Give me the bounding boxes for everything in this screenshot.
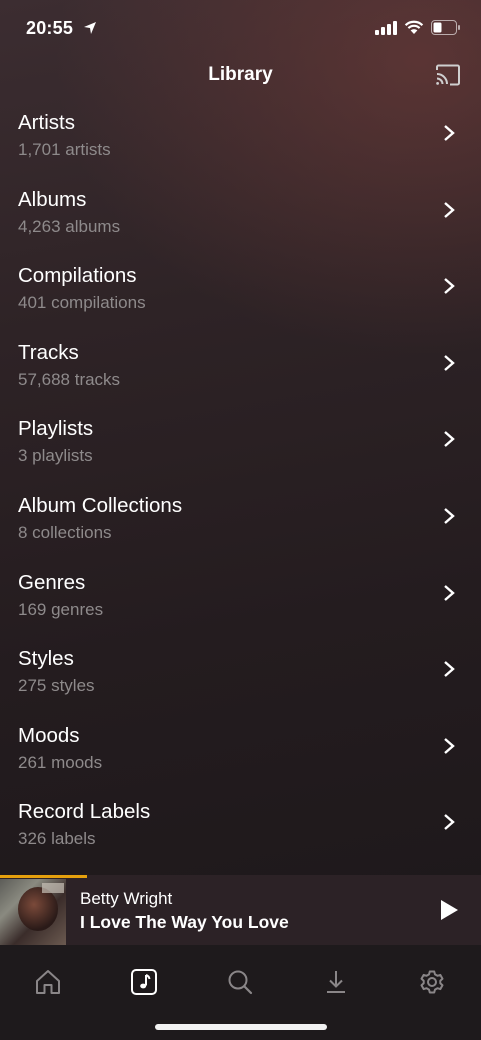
library-item-artists[interactable]: Artists 1,701 artists (0, 100, 481, 177)
playback-progress-bar[interactable] (0, 875, 87, 878)
item-count: 326 labels (18, 829, 96, 849)
cast-icon[interactable] (435, 64, 461, 86)
item-count: 401 compilations (18, 293, 146, 313)
chevron-right-icon (444, 431, 455, 448)
library-item-record-labels[interactable]: Record Labels 326 labels (0, 789, 481, 866)
item-count: 275 styles (18, 676, 95, 696)
download-icon[interactable] (321, 967, 351, 997)
item-count: 4,263 albums (18, 216, 121, 236)
item-title: Moods (18, 723, 80, 747)
library-item-genres[interactable]: Genres 169 genres (0, 560, 481, 637)
chevron-right-icon (444, 737, 455, 754)
item-title: Record Labels (18, 800, 151, 824)
location-arrow-icon (84, 22, 96, 34)
item-count: 57,688 tracks (18, 369, 121, 389)
item-title: Playlists (18, 417, 94, 441)
home-icon[interactable] (33, 967, 63, 997)
item-title: Album Collections (18, 493, 183, 517)
item-title: Compilations (18, 264, 137, 288)
status-time: 20:55 (26, 18, 74, 38)
item-count: 8 collections (18, 522, 112, 542)
chevron-right-icon (444, 661, 455, 678)
chevron-right-icon (444, 508, 455, 524)
library-item-albums[interactable]: Albums 4,263 albums (0, 177, 481, 254)
home-indicator (155, 1024, 327, 1030)
album-art-label (42, 883, 64, 893)
wifi-icon (404, 20, 424, 34)
music-library-icon[interactable] (129, 967, 159, 997)
mini-player[interactable]: Betty Wright I Love The Way You Love (0, 875, 481, 945)
settings-gear-icon[interactable] (417, 967, 447, 997)
search-icon[interactable] (225, 967, 255, 997)
library-item-album-collections[interactable]: Album Collections 8 collections (0, 483, 481, 560)
item-title: Artists (18, 111, 75, 134)
library-item-compilations[interactable]: Compilations 401 compilations (0, 253, 481, 330)
library-item-tracks[interactable]: Tracks 57,688 tracks (0, 330, 481, 407)
chevron-right-icon (444, 201, 455, 218)
item-title: Albums (18, 187, 87, 211)
album-art[interactable] (0, 879, 66, 945)
now-playing-artist: Betty Wright (80, 889, 173, 908)
album-art-portrait (18, 887, 58, 931)
nav-bar: Library (0, 58, 481, 94)
status-bar: 20:55 (0, 0, 481, 58)
item-title: Styles (18, 647, 74, 671)
chevron-right-icon (444, 584, 455, 601)
item-title: Genres (18, 570, 86, 594)
library-item-styles[interactable]: Styles 275 styles (0, 636, 481, 713)
library-item-playlists[interactable]: Playlists 3 playlists (0, 406, 481, 483)
library-item-moods[interactable]: Moods 261 moods (0, 713, 481, 790)
now-playing-track: I Love The Way You Love (80, 912, 289, 932)
item-count: 261 moods (18, 752, 103, 772)
library-list: Artists 1,701 artists Albums 4,263 album… (0, 100, 481, 866)
item-count: 3 playlists (18, 446, 93, 466)
chevron-right-icon (444, 814, 455, 831)
chevron-right-icon (444, 125, 455, 141)
item-count: 169 genres (18, 599, 104, 619)
battery-icon (431, 20, 460, 35)
play-icon[interactable] (439, 899, 459, 921)
item-title: Tracks (18, 340, 79, 364)
item-count: 1,701 artists (18, 140, 111, 159)
cellular-signal-icon (375, 20, 397, 35)
chevron-right-icon (444, 354, 455, 371)
chevron-right-icon (444, 278, 455, 295)
page-title: Library (208, 64, 273, 85)
status-icons (375, 20, 461, 35)
